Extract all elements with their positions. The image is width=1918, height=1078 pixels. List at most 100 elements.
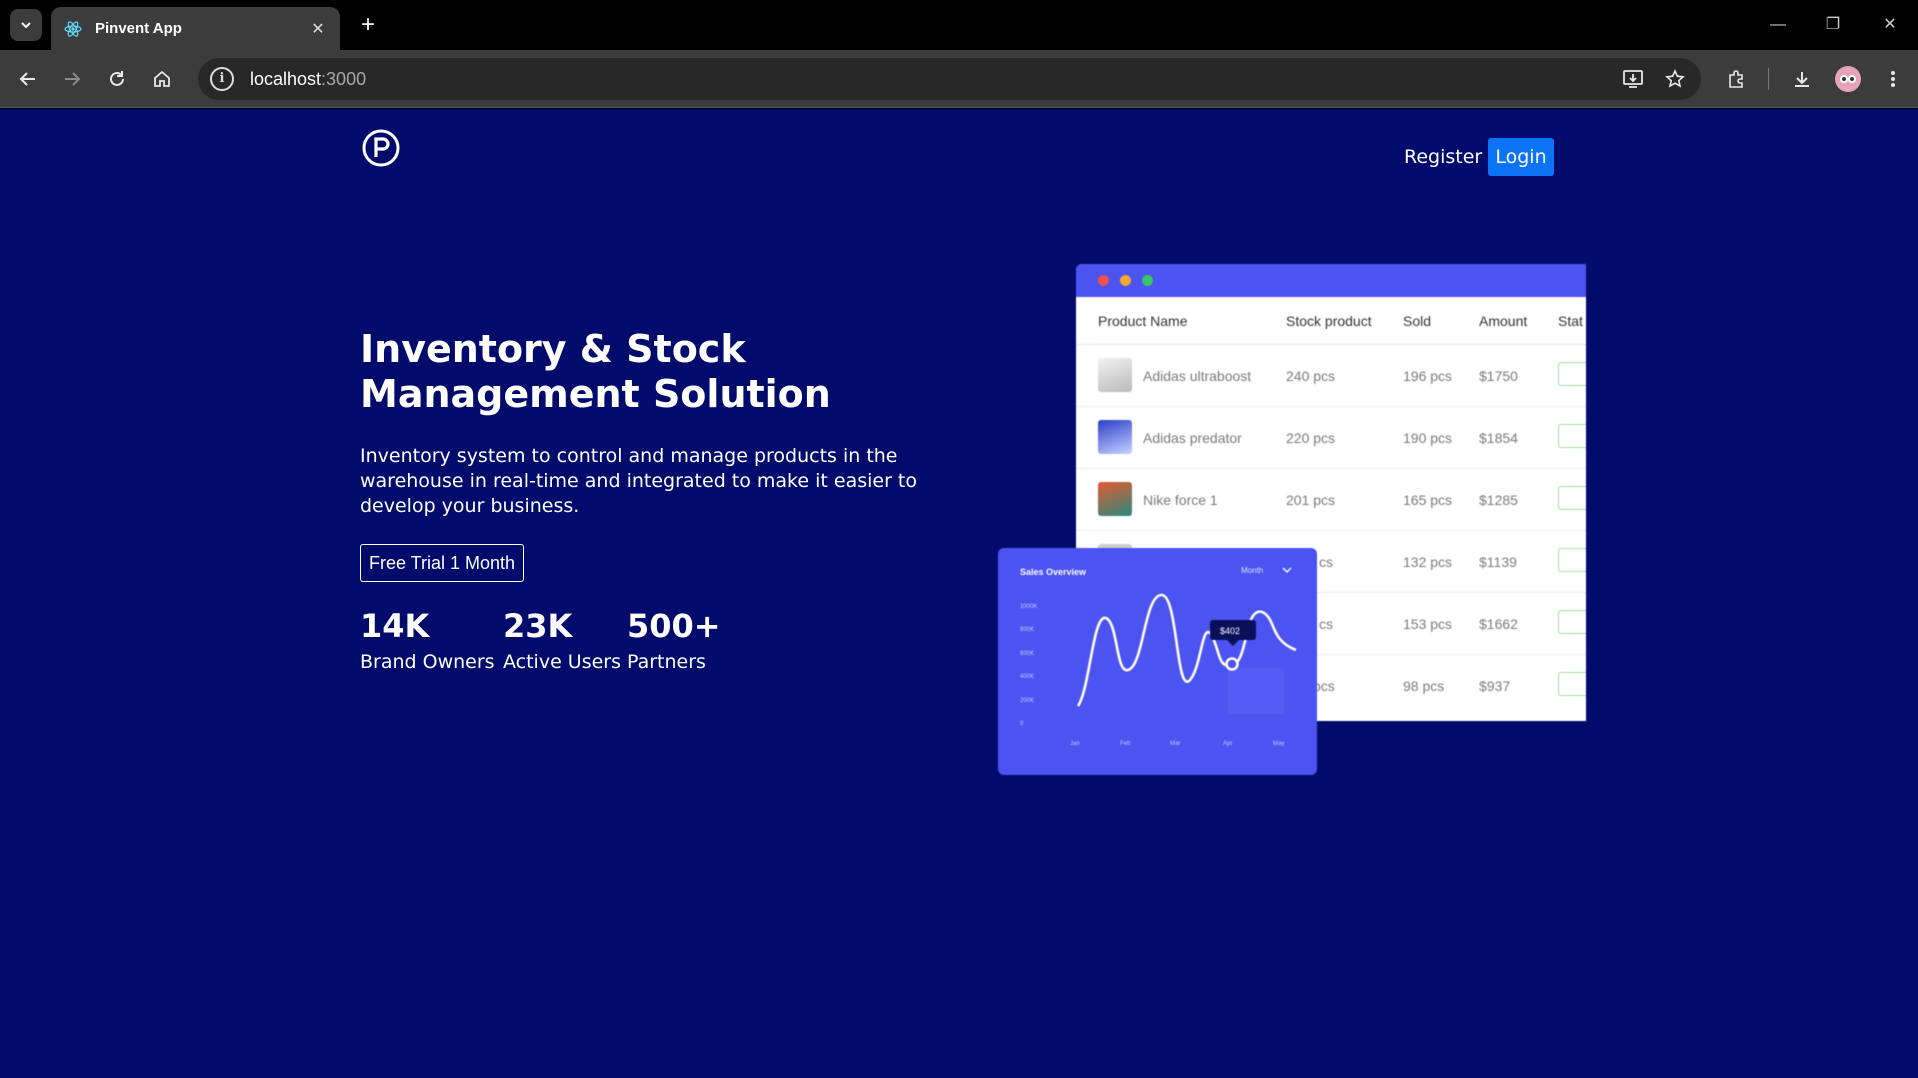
- stock-value: 201 pcs: [1286, 492, 1336, 508]
- sold-value: 190 pcs: [1403, 430, 1453, 446]
- y-tick: 800K: [1020, 627, 1034, 633]
- x-tick: Jan: [1070, 741, 1080, 747]
- browser-tab[interactable]: Pinvent App ✕: [51, 7, 340, 50]
- toolbar-separator: [1768, 68, 1769, 90]
- restore-icon[interactable]: ❐: [1818, 12, 1848, 38]
- chevron-down-icon: [1282, 567, 1292, 573]
- status-badge: [1558, 672, 1586, 696]
- tooltip-text: $402: [1220, 626, 1240, 636]
- status-badge: [1558, 548, 1586, 572]
- stock-value: 240 pcs: [1286, 368, 1336, 384]
- browser-menu-icon[interactable]: [1877, 63, 1909, 95]
- sold-value: 98 pcs: [1403, 678, 1445, 694]
- browser-toolbar: i localhost:3000: [0, 50, 1918, 108]
- status-badge: [1558, 486, 1586, 510]
- product-name: Nike force 1: [1143, 492, 1218, 508]
- extensions-icon[interactable]: [1720, 63, 1752, 95]
- amount-value: $1854: [1479, 430, 1518, 446]
- reload-icon[interactable]: [101, 63, 133, 95]
- tab-title: Pinvent App: [95, 20, 182, 37]
- back-icon[interactable]: [12, 63, 44, 95]
- stat-active-users: 23K Active Users: [503, 606, 621, 673]
- stat-value: 500+: [627, 607, 721, 645]
- stock-value: 220 pcs: [1286, 430, 1336, 446]
- browser-tab-bar: Pinvent App ✕ + — ❐ ✕: [0, 0, 1918, 50]
- stat-label: Brand Owners: [360, 651, 495, 673]
- stat-partners: 500+ Partners: [627, 606, 721, 673]
- hero-title: Inventory & Stock Management Solution: [360, 327, 831, 416]
- chart-highlight: [1228, 668, 1284, 714]
- hero-description: Inventory system to control and manage p…: [360, 445, 918, 517]
- table-row: Nike force 1 201 pcs 165 pcs $1285: [1076, 469, 1586, 531]
- sold-value: 153 pcs: [1403, 616, 1453, 632]
- amount-value: $1139: [1479, 554, 1517, 570]
- column-header: Amount: [1479, 313, 1528, 329]
- chart-point: [1225, 657, 1239, 671]
- y-tick: 0: [1020, 721, 1024, 727]
- status-badge: [1558, 610, 1586, 634]
- bookmark-star-icon[interactable]: [1658, 62, 1692, 96]
- site-info-icon[interactable]: i: [210, 67, 234, 91]
- y-tick: 400K: [1020, 674, 1034, 680]
- amount-value: $937: [1479, 678, 1511, 694]
- shoe-thumbnail: [1098, 482, 1132, 516]
- y-tick: 1000K: [1020, 604, 1037, 610]
- stock-value: cs: [1319, 554, 1333, 570]
- stat-value: 23K: [503, 607, 573, 645]
- login-button[interactable]: Login: [1488, 138, 1554, 176]
- window-dot-red: [1098, 275, 1109, 286]
- sales-chart-svg: Sales Overview Month 1000K 800K 600K 400…: [1020, 566, 1297, 747]
- tab-close-icon[interactable]: ✕: [308, 19, 328, 39]
- download-icon[interactable]: [1786, 63, 1818, 95]
- column-header: Stat: [1558, 313, 1583, 329]
- y-tick: 200K: [1020, 698, 1034, 704]
- window-dot-yellow: [1120, 275, 1131, 286]
- shoe-thumbnail: [1098, 420, 1132, 454]
- avatar-icon: [1835, 66, 1861, 92]
- table-row: Adidas predator 220 pcs 190 pcs $1854: [1076, 407, 1586, 469]
- react-icon: [63, 19, 83, 39]
- stat-label: Partners: [627, 651, 706, 673]
- landing-page: Register Login Inventory & Stock Managem…: [0, 109, 1918, 1078]
- shoe-thumbnail: [1098, 358, 1132, 392]
- amount-value: $1662: [1479, 616, 1518, 632]
- product-name: Adidas predator: [1143, 430, 1242, 446]
- stock-value: cs: [1319, 616, 1333, 632]
- y-tick: 600K: [1020, 651, 1034, 657]
- home-icon[interactable]: [146, 63, 178, 95]
- x-tick: Feb: [1120, 741, 1131, 747]
- stat-brand-owners: 14K Brand Owners: [360, 606, 495, 673]
- minimize-icon[interactable]: —: [1763, 12, 1793, 38]
- tab-search-dropdown-icon[interactable]: [10, 9, 42, 41]
- forward-icon[interactable]: [56, 63, 88, 95]
- x-tick: Apr: [1223, 741, 1232, 747]
- url-text: localhost:3000: [250, 68, 367, 89]
- sold-value: 132 pcs: [1403, 554, 1453, 570]
- address-bar[interactable]: i localhost:3000: [198, 58, 1701, 100]
- x-tick: May: [1273, 741, 1284, 747]
- status-badge: [1558, 424, 1586, 448]
- free-trial-button[interactable]: Free Trial 1 Month: [360, 544, 524, 582]
- hero-illustration-chart: Sales Overview Month 1000K 800K 600K 400…: [998, 548, 1317, 775]
- mock-window-bar: [1076, 264, 1586, 297]
- stat-value: 14K: [360, 607, 430, 645]
- stat-label: Active Users: [503, 651, 622, 673]
- mock-table-header: Product Name Stock product Sold Amount S…: [1076, 297, 1586, 345]
- profile-avatar[interactable]: [1832, 63, 1864, 95]
- table-row: Adidas ultraboost 240 pcs 196 pcs $1750: [1076, 345, 1586, 407]
- chart-title: Sales Overview: [1020, 567, 1087, 577]
- sold-value: 165 pcs: [1403, 492, 1453, 508]
- new-tab-icon[interactable]: +: [354, 11, 382, 39]
- amount-value: $1750: [1479, 368, 1518, 384]
- close-window-icon[interactable]: ✕: [1875, 12, 1905, 38]
- sold-value: 196 pcs: [1403, 368, 1453, 384]
- install-app-icon[interactable]: [1616, 62, 1650, 96]
- product-name: Adidas ultraboost: [1143, 368, 1252, 384]
- chart-period: Month: [1241, 566, 1263, 575]
- register-link[interactable]: Register: [1404, 146, 1482, 168]
- pinvent-logo-icon[interactable]: [362, 129, 400, 167]
- amount-value: $1285: [1479, 492, 1518, 508]
- x-tick: Mar: [1170, 741, 1180, 747]
- status-badge: [1558, 362, 1586, 386]
- window-dot-green: [1142, 275, 1153, 286]
